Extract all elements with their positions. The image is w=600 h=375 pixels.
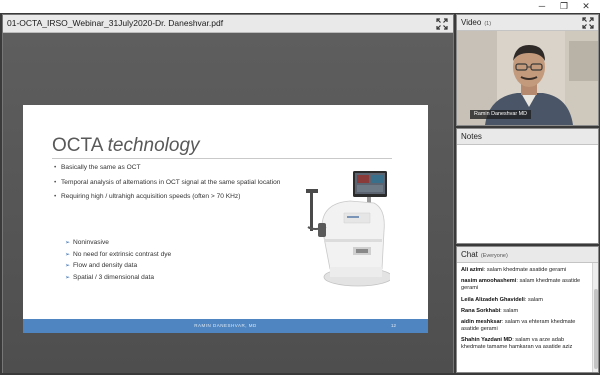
bullet-marker: •	[54, 193, 57, 201]
chat-sender: aidin meshksar	[461, 319, 502, 326]
slide-footer: RAMIN DANESHVAR, MD 12	[23, 319, 428, 333]
bullet-marker: •	[54, 178, 57, 186]
chat-sender: Leila Alizadeh Ghavideli	[461, 296, 525, 303]
chat-scrollbar[interactable]	[592, 263, 598, 372]
slide-bullets: • Basically the same as OCT • Temporal ana…	[54, 164, 280, 208]
chat-sender: nasim amoohashemi	[461, 278, 517, 285]
chat-sender: Shahin Yazdani MD	[461, 337, 513, 344]
expand-icon[interactable]	[582, 17, 594, 29]
chat-messages: Ali azimi: salam khedmate asatide gerami…	[457, 263, 593, 372]
slide-sub-bullet-text: Flow and density data	[73, 262, 138, 270]
notes-title: Notes	[461, 132, 482, 141]
slide-divider	[52, 158, 392, 159]
slide-page-number: 12	[390, 323, 396, 328]
arrow-bullet-icon: ➢	[65, 240, 71, 246]
close-button[interactable]: ✕	[575, 0, 597, 13]
restore-button[interactable]: ❐	[553, 0, 575, 13]
video-feed[interactable]: Ramin Daneshvar MD	[457, 31, 598, 125]
document-viewer[interactable]: OCTA technology • Basically the same as O…	[3, 33, 453, 373]
chat-text: salam khedmate asatide gerami	[486, 267, 567, 273]
slide-bullet-text: Basically the same as OCT	[61, 164, 141, 171]
slide-bullet: • Requiring high / ultrahigh acquisition …	[54, 193, 280, 200]
notes-header: Notes	[457, 129, 598, 145]
slide-sub-bullet: ➢ Spatial / 3 dimensional data	[65, 274, 171, 281]
video-participant-count: (1)	[484, 21, 492, 27]
chat-scope: (Everyone)	[480, 253, 508, 259]
slide-sub-bullet-text: No need for extrinsic contrast dye	[73, 250, 172, 258]
slide-title: OCTA technology	[52, 135, 200, 157]
oct-device-image	[306, 171, 390, 287]
chat-header: Chat (Everyone)	[457, 247, 598, 263]
slide-sub-bullet-text: Noninvasive	[73, 239, 109, 246]
arrow-bullet-icon: ➢	[65, 251, 71, 258]
document-header: 01-OCTA_IRSO_Webinar_31July2020-Dr. Dane…	[3, 15, 453, 33]
chat-text: salam	[503, 307, 519, 314]
window-titlebar: ─ ❐ ✕	[0, 0, 600, 13]
slide-sub-bullets: ➢ Noninvasive ➢ No need for extrinsic cont…	[65, 239, 171, 285]
chat-sender: Ali azimi	[461, 267, 484, 273]
video-title: Video (1)	[461, 18, 491, 27]
slide-title-plain: OCTA	[52, 135, 108, 156]
video-title-text: Video	[461, 18, 482, 27]
video-header: Video (1)	[457, 15, 598, 31]
chat-message: Leila Alizadeh Ghavideli: salam	[461, 296, 543, 303]
chat-scroll-thumb[interactable]	[594, 289, 598, 369]
chat-sender: Rana Sorkhabi	[461, 307, 501, 314]
minimize-button[interactable]: ─	[531, 0, 553, 13]
chat-message: Shahin Yazdani MD: salam va arze adab kh…	[461, 337, 573, 351]
slide-sub-bullet: ➢ Flow and density data	[65, 262, 171, 269]
chat-text: salam	[527, 296, 543, 303]
slide-bullet: • Basically the same as OCT	[54, 164, 280, 171]
arrow-bullet-icon: ➢	[65, 274, 71, 281]
chat-message: Rana Sorkhabi: salam	[461, 307, 519, 314]
document-title: 01-OCTA_IRSO_Webinar_31July2020-Dr. Dane…	[7, 18, 224, 28]
chat-title-text: Chat	[461, 250, 478, 259]
slide-bullet-text: Temporal analysis of alternations in OCT…	[61, 178, 281, 186]
slide-title-italic: technology	[107, 135, 200, 156]
presentation-slide: OCTA technology • Basically the same as O…	[23, 105, 428, 333]
slide-sub-bullet-text: Spatial / 3 dimensional data	[73, 273, 155, 281]
slide-bullet-text: Requiring high / ultrahigh acquisition s…	[61, 193, 241, 201]
slide-sub-bullet: ➢ No need for extrinsic contrast dye	[65, 251, 171, 258]
chat-message: Ali azimi: salam khedmate asatide gerami	[461, 267, 567, 273]
slide-bullet: • Temporal analysis of alternations in OC…	[54, 179, 280, 186]
slide-sub-bullet: ➢ Noninvasive	[65, 239, 171, 246]
bullet-marker: •	[54, 164, 57, 171]
notes-content[interactable]	[457, 145, 598, 243]
video-panel: Video (1) Ramin Daneshvar MD	[456, 14, 599, 126]
document-panel: 01-OCTA_IRSO_Webinar_31July2020-Dr. Dane…	[2, 14, 454, 373]
slide-footer-text: RAMIN DANESHVAR, MD	[194, 323, 257, 328]
arrow-bullet-icon: ➢	[65, 263, 71, 270]
chat-title: Chat (Everyone)	[461, 250, 508, 259]
chat-panel: Chat (Everyone) Ali azimi: salam khedmate…	[456, 246, 599, 373]
notes-panel: Notes	[456, 128, 599, 244]
chat-message: aidin meshksar: salam va ehteram khedmat…	[461, 319, 576, 333]
expand-icon[interactable]	[436, 18, 448, 30]
speaker-name-label: Ramin Daneshvar MD	[470, 110, 532, 119]
chat-message: nasim amoohashemi: salam khedmate asatid…	[461, 278, 581, 292]
